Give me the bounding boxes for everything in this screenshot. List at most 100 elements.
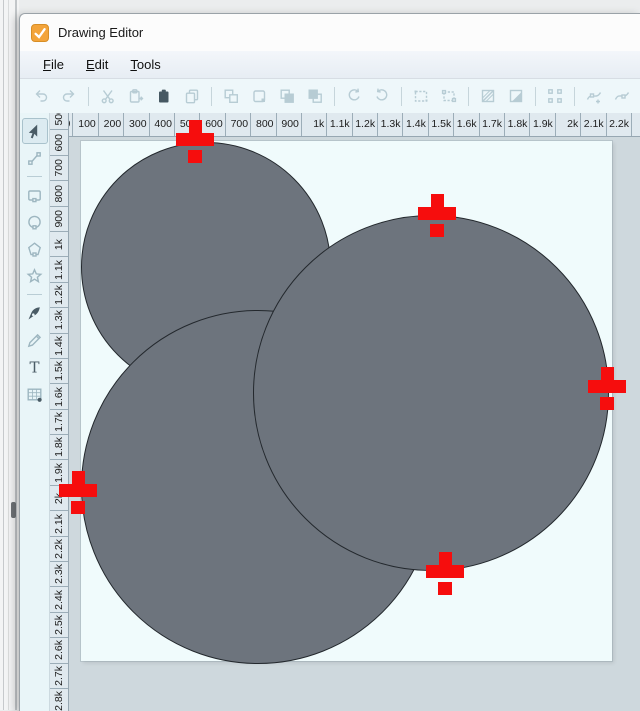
tool-text[interactable]: T bbox=[22, 354, 48, 380]
tool-select[interactable] bbox=[21, 118, 48, 144]
hruler-label: 300 bbox=[124, 113, 150, 136]
fill-gradient-button[interactable] bbox=[475, 83, 501, 109]
hruler-label: 700 bbox=[226, 113, 252, 136]
send-backward-button[interactable] bbox=[302, 83, 328, 109]
hruler-label: 2.1k bbox=[581, 113, 607, 136]
select-tool-icon bbox=[28, 124, 38, 138]
rotate-ccw-button[interactable] bbox=[369, 83, 395, 109]
toolbar-separator bbox=[88, 86, 89, 106]
hruler-label: 400 bbox=[150, 113, 175, 136]
vruler-label: 1.1k bbox=[50, 257, 68, 283]
vruler-label: 1.3k bbox=[50, 308, 68, 334]
rotate-cw-button[interactable] bbox=[341, 83, 367, 109]
hruler-label: 900 bbox=[277, 113, 302, 136]
select-region-button[interactable] bbox=[408, 83, 434, 109]
hruler-label: 1.5k bbox=[429, 113, 455, 136]
tool-pencil[interactable] bbox=[22, 327, 48, 353]
paste-special-button[interactable] bbox=[123, 83, 149, 109]
hruler-label: 1.2k bbox=[353, 113, 379, 136]
tool-image[interactable] bbox=[22, 381, 48, 407]
cut-icon bbox=[101, 90, 114, 104]
image-tool-icon bbox=[27, 387, 42, 402]
toolbar-separator bbox=[468, 86, 469, 106]
vruler-label: 2.3k bbox=[50, 562, 68, 588]
star-tool-icon bbox=[26, 267, 43, 283]
toolbar: 25% bbox=[20, 79, 640, 114]
background-scrollbar-thumb[interactable] bbox=[11, 502, 16, 518]
palette-separator bbox=[27, 294, 42, 295]
hruler-label: 1.1k bbox=[327, 113, 353, 136]
vruler-label: 700 bbox=[50, 156, 68, 182]
ungroup-icon bbox=[253, 90, 266, 103]
divider bbox=[8, 0, 9, 710]
vruler-label: 1.2k bbox=[50, 283, 68, 309]
toolbar-separator bbox=[574, 86, 575, 106]
undo-button[interactable] bbox=[28, 83, 54, 109]
redo-icon bbox=[62, 90, 75, 102]
point-marker-part bbox=[176, 133, 214, 146]
menu-tools[interactable]: Tools bbox=[119, 54, 171, 75]
point-marker-part bbox=[189, 120, 202, 134]
send-backward-icon bbox=[308, 89, 322, 103]
tool-polygon[interactable] bbox=[22, 236, 48, 262]
vruler-label: 1.9k bbox=[50, 460, 68, 486]
canvas[interactable] bbox=[69, 137, 640, 711]
cut-button[interactable] bbox=[95, 83, 121, 109]
copy-button[interactable] bbox=[179, 83, 205, 109]
copy-icon bbox=[185, 89, 199, 104]
vruler-label: 1k bbox=[50, 232, 68, 258]
tool-palette: T bbox=[20, 113, 50, 711]
tool-rectangle[interactable] bbox=[22, 182, 48, 208]
tool-ellipse[interactable] bbox=[22, 209, 48, 235]
svg-text:T: T bbox=[29, 358, 39, 376]
pen-tool-icon bbox=[28, 306, 40, 319]
toolbar-separator bbox=[401, 86, 402, 106]
group-button[interactable] bbox=[218, 83, 244, 109]
remove-node-button[interactable] bbox=[609, 83, 635, 109]
fill-solid-icon bbox=[509, 89, 523, 103]
point-marker-part bbox=[72, 471, 85, 485]
paste-button[interactable] bbox=[151, 83, 177, 109]
window-title: Drawing Editor bbox=[58, 25, 144, 40]
menu-file[interactable]: File bbox=[32, 54, 75, 75]
rotate-ccw-icon bbox=[376, 88, 388, 101]
group-icon bbox=[224, 89, 239, 104]
toolbar-icons bbox=[27, 83, 640, 109]
vruler-label: 1.4k bbox=[50, 334, 68, 359]
tool-star[interactable] bbox=[22, 263, 48, 289]
titlebar[interactable]: Drawing Editor bbox=[20, 14, 640, 51]
rectangle-tool-icon bbox=[28, 189, 41, 202]
add-node-icon bbox=[586, 92, 602, 104]
vruler-label: 2.4k bbox=[50, 587, 68, 613]
remove-node-icon bbox=[614, 92, 630, 100]
point-marker-part bbox=[438, 582, 452, 595]
add-node-button[interactable] bbox=[581, 83, 607, 109]
menu-edit[interactable]: Edit bbox=[75, 54, 119, 75]
tool-pen[interactable] bbox=[22, 300, 48, 326]
transform-button[interactable] bbox=[436, 83, 462, 109]
vruler-label: 1.7k bbox=[50, 410, 68, 436]
ungroup-button[interactable] bbox=[246, 83, 272, 109]
redo-button[interactable] bbox=[56, 83, 82, 109]
vruler-label: 1.5k bbox=[50, 359, 68, 385]
select-region-icon bbox=[414, 90, 428, 102]
hruler-label: 1.9k bbox=[530, 113, 556, 136]
hruler-label: 1.6k bbox=[454, 113, 480, 136]
toolbar-separator bbox=[535, 86, 536, 106]
hruler-label: 1.4k bbox=[403, 113, 429, 136]
tool-polyline[interactable] bbox=[22, 145, 48, 171]
vruler-label: 900 bbox=[50, 207, 68, 232]
vruler-label: 2.7k bbox=[50, 664, 68, 689]
bring-forward-button[interactable] bbox=[274, 83, 300, 109]
hruler-label: 1.8k bbox=[505, 113, 531, 136]
vruler-label: 2.5k bbox=[50, 613, 68, 639]
text-tool-icon: T bbox=[29, 358, 39, 376]
circle-shape[interactable] bbox=[253, 215, 609, 571]
hruler-label: 1k bbox=[302, 113, 328, 136]
point-marker-part bbox=[431, 194, 444, 208]
fill-solid-button[interactable] bbox=[503, 83, 529, 109]
point-marker-part bbox=[430, 224, 444, 237]
vruler-label: 800 bbox=[50, 181, 68, 207]
rotate-cw-icon bbox=[348, 88, 360, 101]
corner-handles-button[interactable] bbox=[542, 83, 568, 109]
